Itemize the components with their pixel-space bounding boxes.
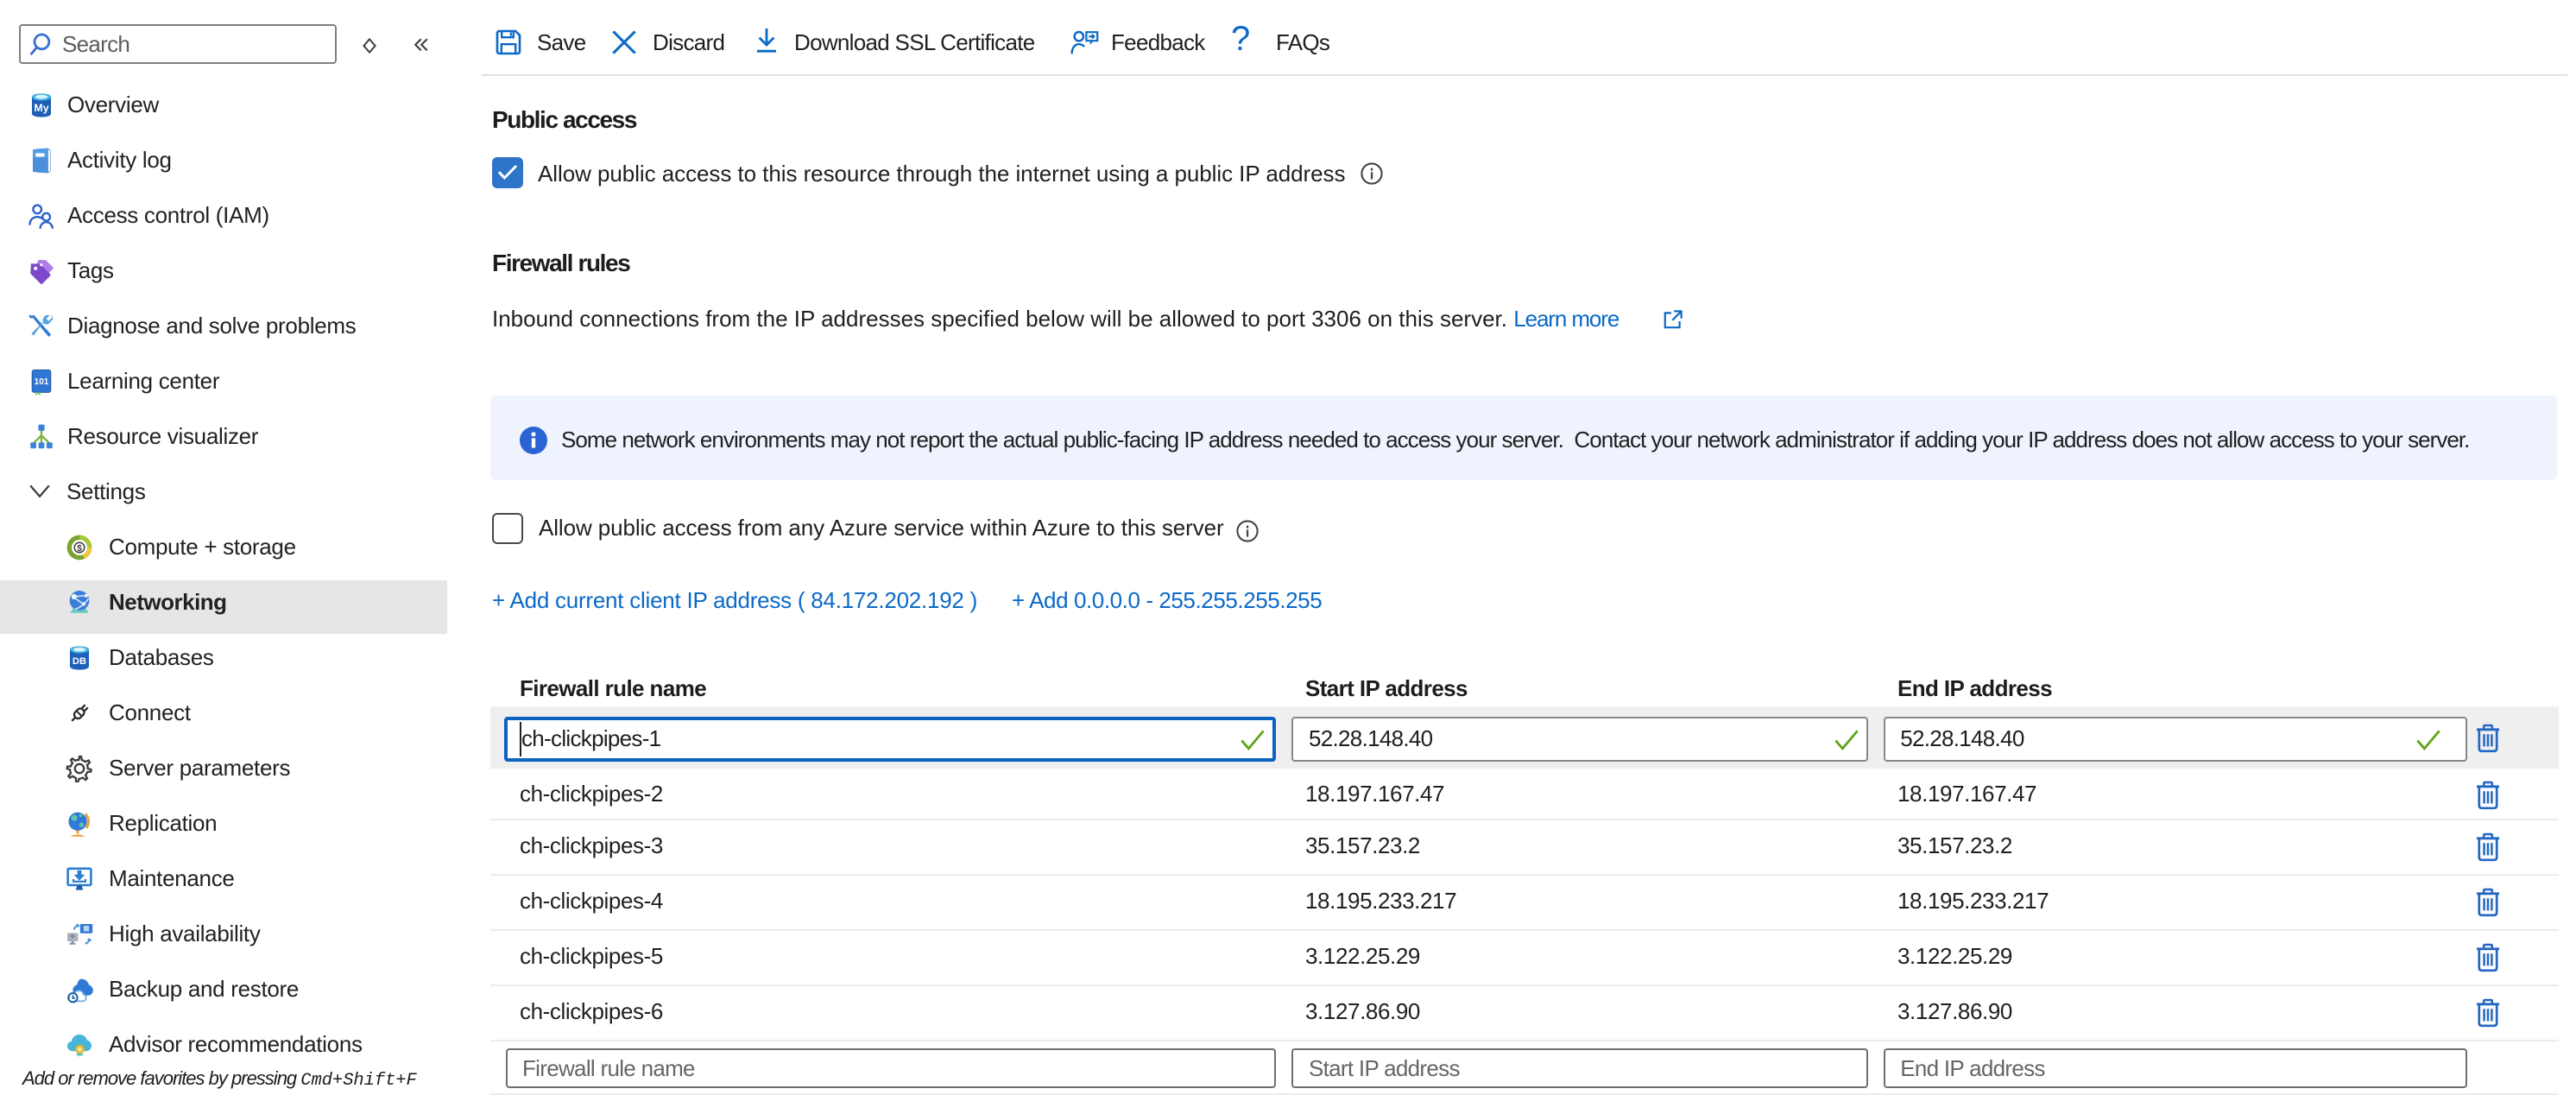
svg-text:My: My <box>34 102 48 114</box>
svg-text:101: 101 <box>35 377 49 387</box>
svg-text:DB: DB <box>73 656 86 667</box>
svg-text:$: $ <box>77 544 82 554</box>
